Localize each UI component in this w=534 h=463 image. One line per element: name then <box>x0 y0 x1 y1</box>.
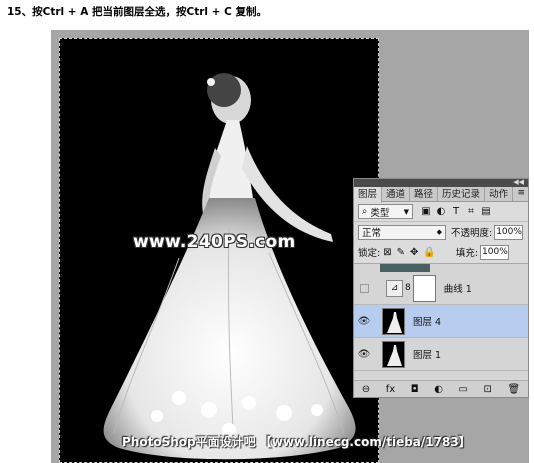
lock-label: 锁定: <box>358 248 381 259</box>
filter-kind-value: 类型 <box>370 207 390 219</box>
blend-mode-select[interactable]: 正常 ◆ <box>358 224 446 240</box>
lock-icons: ⊠ ✎ ✥ 🔒 <box>383 247 436 258</box>
layer-name[interactable]: 图层 1 <box>413 347 441 361</box>
chevron-down-icon: ◆ <box>436 228 442 236</box>
add-mask-icon[interactable]: ◘ <box>411 384 419 395</box>
eye-icon[interactable]: 👁 <box>354 349 374 360</box>
new-fill-adjustment-icon[interactable]: ◐ <box>434 384 443 395</box>
tab-channels[interactable]: 通道 <box>382 187 411 201</box>
watermark-text: www.240PS.com <box>133 232 296 252</box>
visibility-toggle[interactable] <box>354 283 374 293</box>
blend-mode-value: 正常 <box>362 228 382 239</box>
search-icon: ⌕ <box>362 206 368 217</box>
partial-layer-thumb <box>380 264 430 272</box>
delete-layer-icon[interactable]: 🗑 <box>508 384 521 395</box>
panel-tabs: 图层 通道 路径 历史记录 动作 ≡ <box>354 187 528 203</box>
fx-icon[interactable]: fx <box>386 384 395 395</box>
opacity-field[interactable]: 100% <box>494 224 524 240</box>
new-layer-icon[interactable]: ⊡ <box>484 384 492 395</box>
chevron-down-icon: ▼ <box>403 207 409 216</box>
layers-list: ⊿ 8 曲线 1 👁 图层 4 👁 图层 1 <box>354 263 528 379</box>
eye-icon[interactable]: 👁 <box>354 316 374 327</box>
credit-text: PhotoShop平面设计吧 【www.linecg.com/tieba/178… <box>122 435 471 449</box>
panel-titlebar[interactable]: ◀◀ <box>354 178 528 187</box>
adjustment-filter-icon[interactable]: ◐ <box>436 206 446 217</box>
panel-footer: ⊖ fx ◘ ◐ ▭ ⊡ 🗑 <box>354 380 528 397</box>
opacity-label: 不透明度: <box>451 228 493 239</box>
layer-name[interactable]: 图层 4 <box>413 314 441 328</box>
shape-filter-icon[interactable]: ⌗ <box>466 206 476 217</box>
fill-field[interactable]: 100% <box>480 244 510 260</box>
link-layers-icon[interactable]: ⊖ <box>362 384 370 395</box>
lock-position-icon[interactable]: ✥ <box>410 247 418 258</box>
layer-thumbnail[interactable] <box>382 340 405 368</box>
lock-transparent-icon[interactable]: ⊠ <box>383 247 391 258</box>
layer-name[interactable]: 曲线 1 <box>444 281 472 295</box>
filter-kind-select[interactable]: ⌕ 类型 ▼ <box>358 204 413 219</box>
link-icon[interactable]: 8 <box>405 283 411 293</box>
image-filter-icon[interactable]: ▣ <box>421 206 431 217</box>
layer-row[interactable]: ⊿ 8 曲线 1 <box>354 272 528 305</box>
step-caption: 15、按Ctrl + A 把当前图层全选，按Ctrl + C 复制。 <box>7 6 267 18</box>
type-filter-icon[interactable]: T <box>451 206 461 217</box>
tab-layers[interactable]: 图层 <box>354 187 383 203</box>
tab-paths[interactable]: 路径 <box>410 187 439 201</box>
lock-pixels-icon[interactable]: ✎ <box>397 247 405 258</box>
smart-object-filter-icon[interactable]: ▤ <box>481 206 491 217</box>
filter-icons: ▣ ◐ T ⌗ ▤ <box>421 206 491 217</box>
layer-row[interactable]: 👁 图层 4 <box>354 305 528 338</box>
blend-row: 正常 ◆ 不透明度: 100% <box>354 222 528 242</box>
panel-menu-icon[interactable]: ≡ <box>517 188 525 198</box>
lock-all-icon[interactable]: 🔒 <box>423 247 435 258</box>
filter-row: ⌕ 类型 ▼ ▣ ◐ T ⌗ ▤ <box>354 202 528 222</box>
layers-panel: ◀◀ 图层 通道 路径 历史记录 动作 ≡ ⌕ 类型 ▼ ▣ ◐ T ⌗ ▤ 正… <box>353 178 529 398</box>
collapse-panel-icon[interactable]: ◀◀ <box>513 178 524 186</box>
lock-row: 锁定: ⊠ ✎ ✥ 🔒 填充: 100% <box>354 242 528 262</box>
tab-history[interactable]: 历史记录 <box>438 187 486 201</box>
tab-actions[interactable]: 动作 <box>485 187 514 201</box>
fill-label: 填充: <box>455 248 479 259</box>
layer-mask-thumbnail[interactable] <box>412 274 436 302</box>
layer-thumbnail[interactable] <box>382 307 405 335</box>
new-group-icon[interactable]: ▭ <box>459 384 468 395</box>
curves-adjustment-icon: ⊿ <box>386 279 403 297</box>
layer-row[interactable]: 👁 图层 1 <box>354 338 528 371</box>
